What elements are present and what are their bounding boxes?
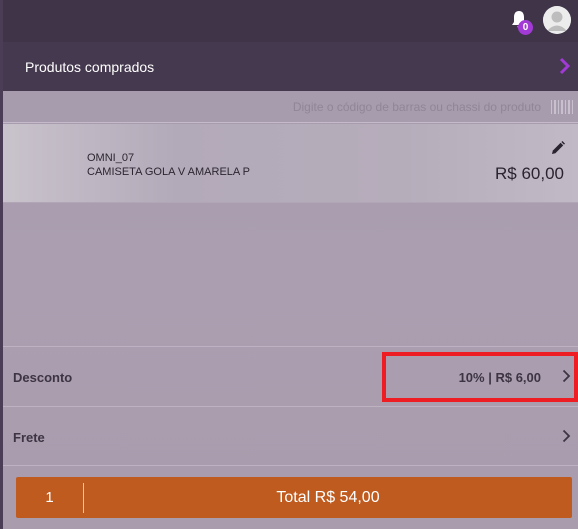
product-code: OMNI_07 xyxy=(87,152,135,164)
total-label: Total R$ 54,00 xyxy=(276,489,380,506)
barcode-search-input[interactable] xyxy=(233,98,541,116)
product-list-empty-area xyxy=(3,203,578,346)
product-price: R$ 60,00 xyxy=(495,164,564,183)
section-header[interactable]: Produtos comprados xyxy=(3,42,578,91)
page-title: Produtos comprados xyxy=(25,59,155,75)
app-window: 0 Produtos comprados Digite o código de … xyxy=(0,0,578,529)
chevron-right-icon[interactable] xyxy=(558,57,572,75)
edit-pencil-icon[interactable] xyxy=(550,140,566,156)
avatar-icon[interactable] xyxy=(543,6,571,34)
product-item[interactable]: OMNI_07 CAMISETA GOLA V AMARELA P R$ 60,… xyxy=(3,124,578,203)
notification-badge: 0 xyxy=(518,20,533,35)
checkout-total-button[interactable]: 1 Total R$ 54,00 xyxy=(16,477,572,518)
item-quantity: 1 xyxy=(45,489,54,506)
product-name: CAMISETA GOLA V AMARELA P xyxy=(87,166,251,178)
footer-divider xyxy=(3,465,578,466)
barcode-search-row xyxy=(3,91,578,123)
shipping-row[interactable]: Frete xyxy=(3,406,578,464)
shipping-label: Frete xyxy=(13,430,45,445)
top-bar: 0 xyxy=(3,0,578,42)
highlight-box xyxy=(382,352,578,402)
barcode-icon[interactable] xyxy=(550,99,574,115)
chevron-right-icon xyxy=(562,429,571,443)
discount-label: Desconto xyxy=(13,370,73,385)
